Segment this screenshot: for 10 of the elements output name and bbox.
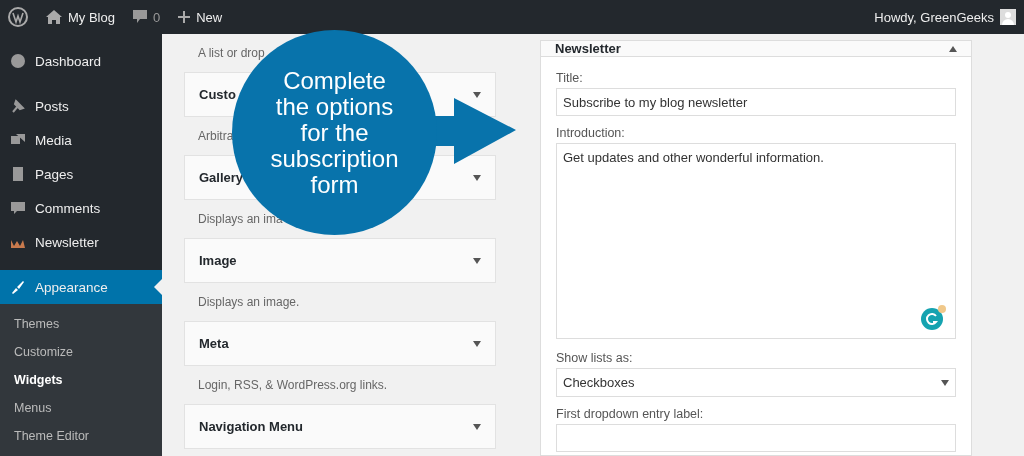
field-label: First dropdown entry label:: [556, 407, 705, 421]
field-value: Subscribe to my blog newsletter: [563, 94, 748, 110]
field-label: Title:: [556, 71, 584, 85]
widget-description: Displays an image.: [198, 294, 300, 311]
widget-description: A list or drop: [198, 45, 265, 62]
field-label: Show lists as:: [556, 351, 634, 365]
widget-description: Login, RSS, & WordPress.org links.: [198, 377, 388, 394]
select-value: Checkboxes: [563, 375, 635, 390]
field-value: Get updates and other wonderful information.: [563, 150, 824, 165]
field-label: Introduction:: [556, 126, 626, 140]
